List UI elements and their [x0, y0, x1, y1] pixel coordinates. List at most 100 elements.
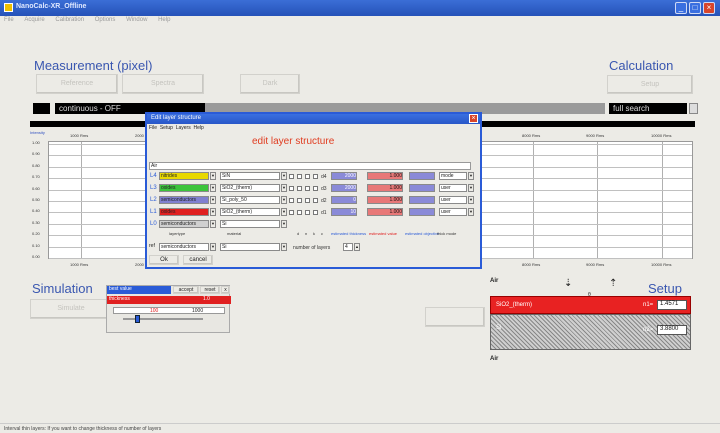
thick-mode-select[interactable]: mode — [439, 172, 467, 180]
setup-layer-1[interactable]: SiO2_(therm) n1= 1.4571 — [490, 296, 691, 314]
ref-material-dropdown-icon[interactable]: ▼ — [281, 243, 287, 251]
thick-mode-dropdown-icon[interactable]: ▼ — [468, 172, 474, 180]
estimated-value[interactable]: 1.000 — [367, 184, 403, 192]
layer-type-select[interactable]: semiconductors — [159, 220, 209, 228]
thickness-input[interactable]: 2000 — [331, 184, 357, 192]
menu-acquire[interactable]: Acquire — [24, 17, 44, 23]
column-header: d — [297, 231, 300, 236]
layer-count-label: number of layers — [293, 245, 331, 251]
fit-checkbox[interactable] — [313, 198, 318, 203]
fit-checkbox[interactable] — [313, 186, 318, 191]
layer-type-dropdown-icon[interactable]: ▼ — [210, 196, 216, 204]
layer-type-dropdown-icon[interactable]: ▼ — [210, 184, 216, 192]
dialog-menu-file[interactable]: File — [149, 125, 157, 131]
layer-material-select[interactable]: SiN — [220, 172, 280, 180]
reference-button[interactable]: Reference — [36, 74, 118, 94]
estimated-objective[interactable] — [409, 184, 435, 192]
ref-type-select[interactable]: semiconductors — [159, 243, 209, 251]
layer-count-spin[interactable]: ▲ — [354, 243, 360, 251]
dialog-menu-setup[interactable]: Setup — [160, 125, 173, 131]
panel-close-icon[interactable]: x — [221, 286, 230, 294]
layer-type-select[interactable]: oxides — [159, 184, 209, 192]
simulate-button[interactable]: Simulate — [30, 299, 112, 319]
estimated-value[interactable]: 1.000 — [367, 196, 403, 204]
layer-material-select[interactable]: Si_poly_50 — [220, 196, 280, 204]
layer-material-select[interactable]: SiO2_(therm) — [220, 184, 280, 192]
fit-checkbox[interactable] — [297, 186, 302, 191]
cancel-button[interactable]: cancel — [183, 255, 213, 265]
layer-type-dropdown-icon[interactable]: ▼ — [210, 208, 216, 216]
dark-button[interactable]: Dark — [240, 74, 300, 94]
slider-handle[interactable] — [135, 315, 140, 323]
range-max[interactable]: 1000 — [192, 308, 203, 314]
thick-mode-dropdown-icon[interactable]: ▼ — [468, 196, 474, 204]
fit-checkbox[interactable] — [297, 174, 302, 179]
ref-material-select[interactable]: Si — [220, 243, 280, 251]
ref-type-dropdown-icon[interactable]: ▼ — [210, 243, 216, 251]
layer-material-dropdown-icon[interactable]: ▼ — [281, 208, 287, 216]
layer-type-dropdown-icon[interactable]: ▼ — [210, 220, 216, 228]
close-icon[interactable]: × — [703, 2, 715, 14]
range-min[interactable]: 100 — [150, 308, 158, 314]
layer-material-dropdown-icon[interactable]: ▼ — [281, 172, 287, 180]
estimated-value[interactable]: 1.000 — [367, 208, 403, 216]
dialog-menu-layers[interactable]: Layers — [176, 125, 191, 131]
thickness-input[interactable]: 10 — [331, 208, 357, 216]
accept-button[interactable]: accept — [173, 286, 199, 294]
fit-checkbox[interactable] — [297, 210, 302, 215]
fit-checkbox[interactable] — [305, 210, 310, 215]
layer-material-select[interactable]: SiO2_(therm) — [220, 208, 280, 216]
estimated-value[interactable]: 1.000 — [367, 172, 403, 180]
minimize-icon[interactable]: _ — [675, 2, 687, 14]
layer-material-select[interactable]: Si — [220, 220, 280, 228]
thick-mode-select[interactable]: user — [439, 184, 467, 192]
thick-mode-select[interactable]: user — [439, 208, 467, 216]
fit-checkbox[interactable] — [289, 174, 294, 179]
menu-file[interactable]: File — [4, 17, 14, 23]
fit-checkbox[interactable] — [297, 198, 302, 203]
thick-mode-dropdown-icon[interactable]: ▼ — [468, 208, 474, 216]
layer-type-dropdown-icon[interactable]: ▼ — [210, 172, 216, 180]
spectra-button[interactable]: Spectra — [122, 74, 204, 94]
layer-count-field[interactable]: 4 — [343, 243, 353, 251]
dialog-close-icon[interactable]: × — [469, 114, 478, 123]
best-value-field[interactable]: best value — [107, 286, 171, 294]
maximize-icon[interactable]: □ — [689, 2, 701, 14]
n1-field[interactable]: 1.4571 — [657, 300, 687, 310]
menu-window[interactable]: Window — [126, 17, 147, 23]
fit-checkbox[interactable] — [313, 210, 318, 215]
layer-type-select[interactable]: oxides — [159, 208, 209, 216]
setup-substrate[interactable]: Si n2= 3.8800 — [490, 314, 691, 350]
dialog-menu-help[interactable]: Help — [194, 125, 204, 131]
menu-help[interactable]: Help — [158, 17, 170, 23]
column-header: estimated objective — [405, 231, 440, 236]
ok-button[interactable]: Ok — [149, 255, 179, 265]
layer-type-select[interactable]: semiconductors — [159, 196, 209, 204]
fit-checkbox[interactable] — [313, 174, 318, 179]
menu-calibration[interactable]: Calibration — [55, 17, 84, 23]
thickness-input[interactable]: 2000 — [331, 172, 357, 180]
layer-material-dropdown-icon[interactable]: ▼ — [281, 184, 287, 192]
layer-material-dropdown-icon[interactable]: ▼ — [281, 220, 287, 228]
thick-mode-select[interactable]: user — [439, 196, 467, 204]
layer-material-dropdown-icon[interactable]: ▼ — [281, 196, 287, 204]
fit-checkbox[interactable] — [289, 210, 294, 215]
reset-button[interactable]: reset — [200, 286, 220, 294]
menu-options[interactable]: Options — [95, 17, 116, 23]
layer-type-select[interactable]: nitrides — [159, 172, 209, 180]
setup-button[interactable]: Setup — [607, 75, 693, 94]
search-mode-select[interactable]: full search — [609, 103, 687, 114]
fit-checkbox[interactable] — [289, 186, 294, 191]
estimated-objective[interactable] — [409, 208, 435, 216]
n2-field[interactable]: 3.8800 — [657, 325, 687, 335]
estimated-objective[interactable] — [409, 196, 435, 204]
thick-mode-dropdown-icon[interactable]: ▼ — [468, 184, 474, 192]
disabled-button[interactable] — [425, 307, 485, 327]
thickness-input[interactable]: 0 — [331, 196, 357, 204]
estimated-objective[interactable] — [409, 172, 435, 180]
fit-checkbox[interactable] — [305, 186, 310, 191]
fit-checkbox[interactable] — [289, 198, 294, 203]
fit-checkbox[interactable] — [305, 198, 310, 203]
fit-checkbox[interactable] — [305, 174, 310, 179]
search-mode-spin[interactable] — [689, 103, 698, 114]
